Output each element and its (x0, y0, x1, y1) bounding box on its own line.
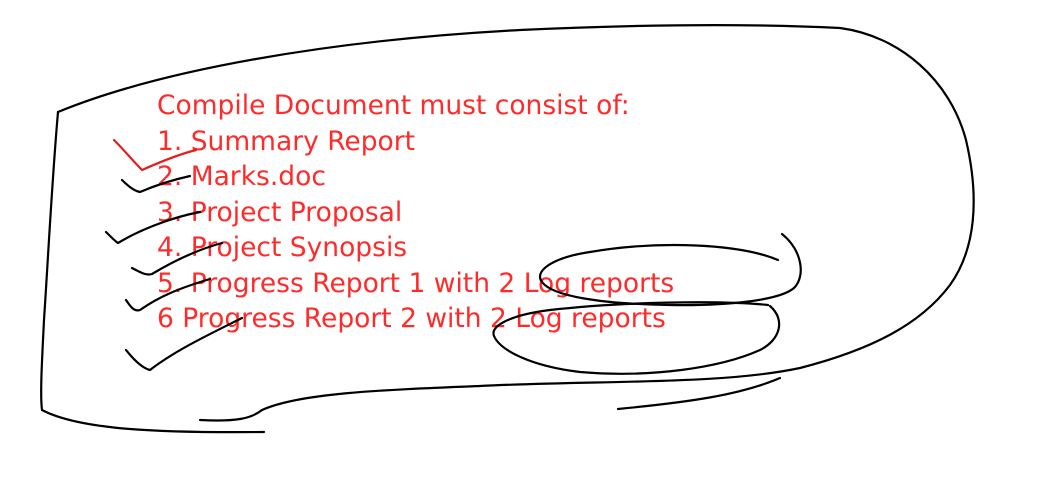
check-mark-item-3 (104, 210, 202, 245)
check-mark-item-4 (130, 241, 224, 276)
check-mark-item-5 (124, 277, 212, 312)
outline-bottom-tail-stroke (616, 376, 782, 411)
check-mark-item-1 (112, 138, 198, 172)
outline-left-edge-stroke (40, 110, 266, 434)
circle-item-6-log-reports (492, 301, 781, 375)
whiteboard-canvas: Compile Document must consist of: 1. Sum… (0, 0, 1062, 482)
freehand-annotations (40, 24, 975, 434)
enclosing-outline-stroke (56, 24, 975, 422)
circle-item-5-log-reports (539, 232, 802, 307)
check-mark-item-2 (120, 174, 192, 194)
check-mark-item-6 (124, 316, 244, 372)
